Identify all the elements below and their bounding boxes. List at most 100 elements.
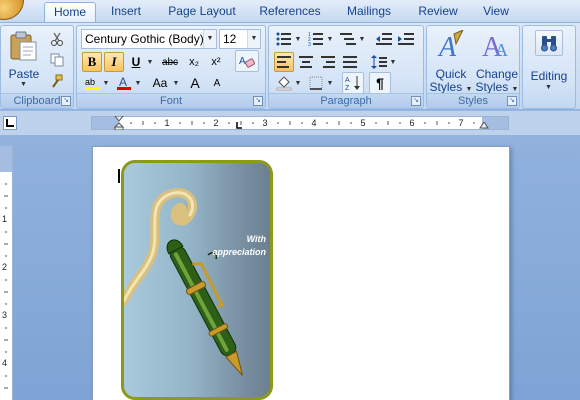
text-cursor [118,169,120,183]
tab-references[interactable]: References [250,2,330,22]
copy-icon [50,53,64,67]
editing-icon-frame [535,30,563,56]
change-styles-button[interactable]: A A Change Styles ▼ [475,28,519,94]
tab-view[interactable]: View [474,2,518,22]
align-right-button[interactable] [318,52,338,72]
svg-text:Z: Z [345,85,350,91]
grow-font-button[interactable]: A [185,73,205,93]
strikethrough-button[interactable]: abc [158,52,182,72]
numbering-dropdown-icon[interactable]: ▼ [326,29,334,49]
bullets-dropdown-icon[interactable]: ▼ [294,29,302,49]
change-case-button[interactable]: Aa [148,73,172,93]
ribbon-tab-strip: Home Insert Page Layout References Maili… [0,0,580,22]
font-color-icon: A [117,75,131,90]
numbering-icon: 1 2 3 [308,32,323,46]
show-formatting-button[interactable]: ¶ [369,72,391,94]
clear-formatting-button[interactable]: A [235,50,259,72]
highlight-button[interactable]: ab [82,73,102,93]
shading-button[interactable] [274,73,294,93]
font-color-button[interactable]: A [114,73,134,93]
tab-stop-icon[interactable] [235,122,243,130]
scissors-icon [51,32,63,46]
editing-button[interactable]: Editing ▼ [525,28,573,106]
paste-dropdown-icon: ▼ [20,81,27,88]
multilevel-dropdown-icon[interactable]: ▼ [358,29,366,49]
vertical-ruler[interactable]: 1 2 3 4 [0,146,13,400]
bold-button[interactable]: B [82,52,102,72]
vertical-ruler-number: 4 [2,358,8,368]
chevron-down-icon[interactable]: ▼ [203,30,216,48]
change-case-dropdown-icon[interactable]: ▼ [172,73,180,93]
greeting-card-image[interactable]: With appreciation [121,160,273,400]
quick-styles-icon: A [437,30,464,60]
shrink-font-button[interactable]: A [207,73,227,93]
svg-text:A: A [345,77,350,84]
binoculars-icon [541,36,557,52]
borders-button[interactable] [306,73,326,93]
subscript-button[interactable]: x₂ [184,52,204,72]
copy-button[interactable] [47,50,67,70]
svg-text:A: A [495,40,508,60]
align-left-button[interactable] [274,52,294,72]
chevron-down-icon[interactable]: ▼ [247,30,260,48]
bullets-button[interactable] [274,29,294,49]
change-styles-icon: A A [482,32,508,60]
paint-bucket-icon [276,76,292,91]
highlight-dropdown-icon[interactable]: ▼ [102,73,110,93]
line-spacing-dropdown-icon[interactable]: ▼ [389,52,397,72]
editing-group: Editing ▼ [522,25,576,109]
format-painter-button[interactable] [47,71,67,91]
underline-button[interactable]: U [126,52,146,72]
paste-label: Paste [8,67,40,81]
tab-insert[interactable]: Insert [100,2,152,22]
cut-button[interactable] [47,29,67,49]
increase-indent-button[interactable] [396,29,416,49]
document-page[interactable]: With appreciation [92,146,510,400]
ruler-number: 2 [213,118,219,128]
align-center-button[interactable] [296,52,316,72]
decrease-indent-button[interactable] [374,29,394,49]
superscript-button[interactable]: x² [206,52,226,72]
quick-styles-button[interactable]: A Quick Styles ▼ [429,28,473,94]
tab-selector-button[interactable] [3,116,17,130]
tab-review[interactable]: Review [410,2,466,22]
paragraph-group-label: Paragraph [269,93,423,108]
font-color-dropdown-icon[interactable]: ▼ [134,73,142,93]
sort-button[interactable]: A Z [342,72,364,94]
svg-text:3: 3 [308,42,311,46]
font-name-value: Century Gothic (Body) [85,32,204,46]
tab-page-layout[interactable]: Page Layout [160,2,244,22]
styles-group-label: Styles [427,93,519,108]
font-name-combo[interactable]: Century Gothic (Body) ▼ [81,29,217,49]
tab-home[interactable]: Home [44,2,96,22]
vertical-ruler-number: 1 [2,214,8,224]
multilevel-list-button[interactable] [338,29,358,49]
underline-dropdown-icon[interactable]: ▼ [146,52,154,72]
font-size-combo[interactable]: 12 ▼ [219,29,261,49]
font-dialog-launcher[interactable]: ↘ [253,96,263,106]
border-icon [309,76,323,90]
editing-dropdown-icon: ▼ [545,84,552,91]
sort-icon: A Z [345,76,360,91]
line-spacing-button[interactable] [369,52,389,72]
styles-dialog-launcher[interactable]: ↘ [507,96,517,106]
card-message-line1: With [246,234,266,244]
horizontal-ruler[interactable]: 1 2 3 4 5 6 7 [91,116,509,130]
justify-button[interactable] [340,52,360,72]
align-center-icon [299,56,313,68]
ruler-number: 4 [311,118,317,128]
office-button[interactable] [0,0,24,20]
shading-dropdown-icon[interactable]: ▼ [294,73,302,93]
paragraph-dialog-launcher[interactable]: ↘ [411,96,421,106]
clipboard-dialog-launcher[interactable]: ↘ [61,96,71,106]
tab-mailings[interactable]: Mailings [336,2,402,22]
right-indent-marker-icon[interactable] [479,122,489,130]
line-spacing-icon [371,55,387,69]
font-group: Century Gothic (Body) ▼ 12 ▼ B I U ▼ abc… [76,25,266,109]
paste-button[interactable]: Paste ▼ [5,28,43,90]
numbering-button[interactable]: 1 2 3 [306,29,326,49]
italic-button[interactable]: I [104,52,124,72]
indent-marker-icon[interactable] [114,116,124,130]
font-group-label: Font [77,93,265,108]
borders-dropdown-icon[interactable]: ▼ [326,73,334,93]
